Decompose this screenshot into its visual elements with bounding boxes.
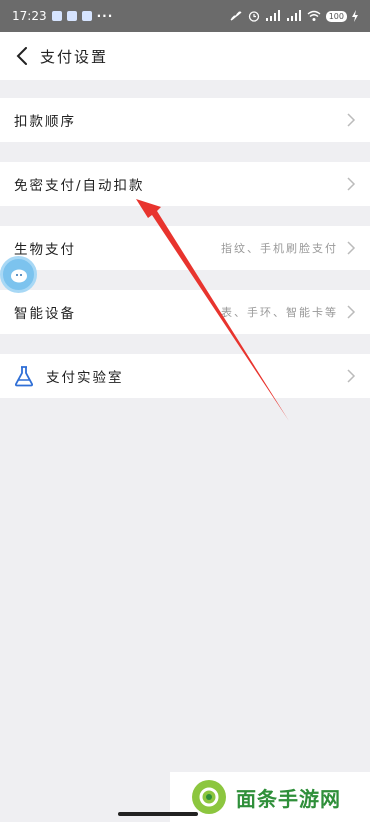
settings-row-smart-devices[interactable]: 智能设备 表、手环、智能卡等: [0, 290, 370, 334]
status-time: 17:23: [12, 9, 47, 23]
back-arrow-icon: [16, 47, 27, 65]
status-bar: 17:23 ··· 100: [0, 0, 370, 32]
assistant-face-icon: [10, 269, 27, 282]
watermark-logo-icon: [192, 780, 226, 814]
settings-row-biometric-payment[interactable]: 生物支付 指纹、手机刷脸支付: [0, 226, 370, 270]
floating-assistant-button[interactable]: [0, 256, 37, 293]
status-right: 100: [229, 10, 358, 22]
battery-icon: 100: [325, 10, 347, 22]
wifi-icon: [307, 10, 321, 21]
signal-icon: [286, 10, 301, 21]
app-notification-icon: [81, 11, 92, 21]
page-title: 支付设置: [40, 47, 109, 66]
settings-row-payment-lab[interactable]: 支付实验室: [0, 354, 370, 398]
row-label: 生物支付: [14, 242, 76, 258]
no-sim-icon: [230, 11, 242, 21]
app-notification-icon: [51, 11, 62, 21]
chevron-right-icon: [346, 304, 356, 320]
watermark: 面条手游网: [170, 772, 370, 822]
row-label: 扣款顺序: [14, 114, 76, 130]
back-button[interactable]: [4, 32, 40, 80]
alarm-icon: [248, 11, 259, 22]
row-value: 表、手环、智能卡等: [221, 306, 338, 319]
signal-icon: [265, 10, 280, 21]
charging-icon: [352, 10, 358, 22]
settings-row-password-free-payment[interactable]: 免密支付/自动扣款: [0, 162, 370, 206]
row-value: 指纹、手机刷脸支付: [221, 242, 338, 255]
more-notifications-icon: ···: [96, 9, 114, 23]
watermark-text: 面条手游网: [236, 786, 341, 811]
chevron-right-icon: [346, 112, 356, 128]
row-label: 智能设备: [14, 306, 76, 322]
status-left: 17:23 ···: [12, 9, 229, 23]
settings-row-deduction-order[interactable]: 扣款顺序: [0, 98, 370, 142]
app-notification-icon: [66, 11, 77, 21]
page-header: 支付设置: [0, 32, 370, 80]
chevron-right-icon: [346, 240, 356, 256]
flask-icon: [14, 364, 34, 388]
row-label: 支付实验室: [46, 370, 124, 386]
chevron-right-icon: [346, 368, 356, 384]
chevron-right-icon: [346, 176, 356, 192]
row-label: 免密支付/自动扣款: [14, 178, 145, 194]
home-indicator[interactable]: [118, 812, 198, 816]
